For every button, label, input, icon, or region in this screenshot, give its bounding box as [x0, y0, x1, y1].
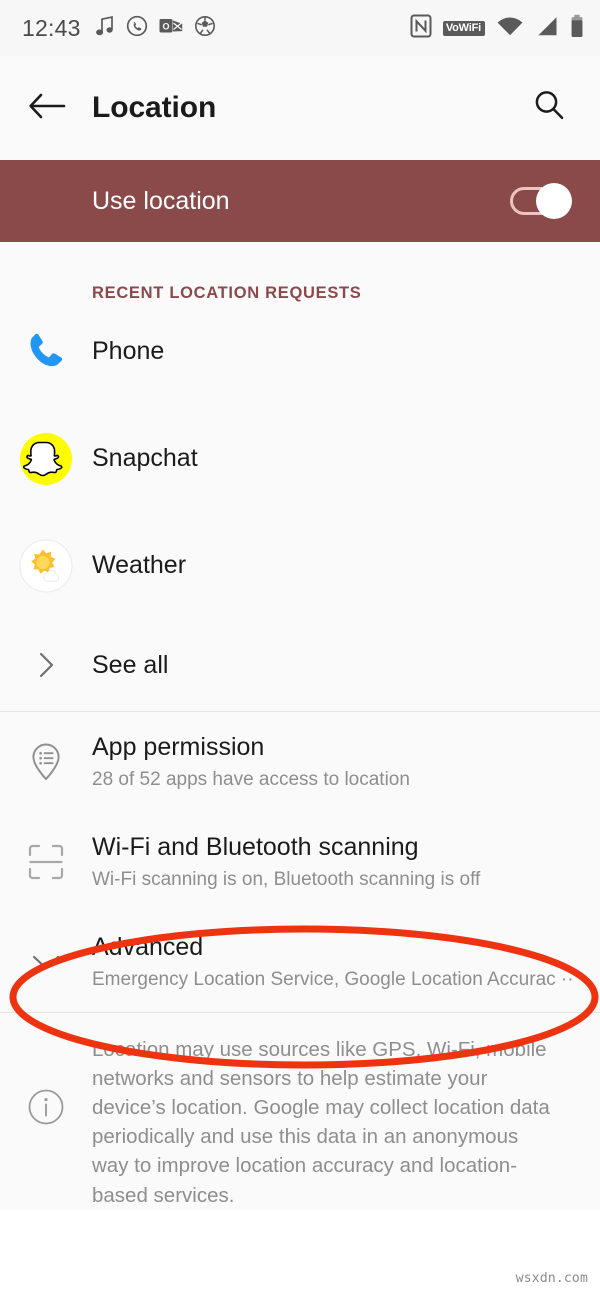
svg-text:O: O: [162, 21, 169, 31]
location-pin-list-icon: [0, 740, 92, 784]
status-bar-notification-icons: O: [95, 15, 216, 42]
toggle-thumb: [536, 183, 572, 219]
watermark: wsxdn.com: [515, 1271, 588, 1286]
list-item-label: Phone: [92, 337, 165, 365]
setting-title: Wi-Fi and Bluetooth scanning: [92, 833, 419, 862]
search-button[interactable]: [526, 85, 572, 131]
use-location-row[interactable]: Use location: [0, 160, 600, 242]
setting-subtitle: Emergency Location Service, Google Locat…: [92, 968, 574, 990]
scanner-frame-icon: [0, 841, 92, 883]
wifi-icon: [496, 15, 524, 42]
battery-icon: [570, 14, 584, 43]
chevron-right-icon: [0, 650, 92, 680]
list-item-label: Snapchat: [92, 444, 198, 472]
setting-row-advanced[interactable]: Advanced Emergency Location Service, Goo…: [0, 912, 600, 1012]
setting-row-app-permission[interactable]: App permission 28 of 52 apps have access…: [0, 712, 600, 812]
setting-title: App permission: [92, 733, 265, 762]
page-title: Location: [92, 91, 217, 124]
nfc-icon: [410, 14, 432, 43]
list-item[interactable]: Weather: [0, 512, 600, 619]
settings-content: RECENT LOCATION REQUESTS Phone Snapchat …: [0, 242, 600, 1210]
list-item-label: Weather: [92, 551, 187, 579]
soccer-ball-icon: [194, 15, 216, 42]
use-location-toggle[interactable]: [510, 183, 572, 219]
outlook-icon: O: [159, 16, 183, 41]
back-button[interactable]: [24, 85, 70, 131]
status-bar: 12:43 O VoWiFi: [0, 0, 600, 56]
setting-text: Advanced Emergency Location Service, Goo…: [92, 932, 588, 991]
use-location-label: Use location: [92, 186, 230, 215]
music-note-icon: [95, 15, 115, 42]
footer-description: Location may use sources like GPS, Wi-Fi…: [92, 1038, 550, 1207]
status-bar-system-icons: VoWiFi: [410, 14, 584, 43]
whatsapp-icon: [126, 15, 148, 42]
list-item[interactable]: Phone: [0, 298, 600, 405]
list-item[interactable]: Snapchat: [0, 405, 600, 512]
back-arrow-icon: [28, 91, 66, 126]
weather-sun-cloud-icon: [0, 539, 92, 593]
setting-text: Wi-Fi and Bluetooth scanning Wi-Fi scann…: [92, 832, 494, 891]
setting-text: App permission 28 of 52 apps have access…: [92, 732, 424, 791]
app-header: Location: [0, 56, 600, 160]
see-all-row[interactable]: See all: [0, 619, 600, 711]
setting-title: Advanced: [92, 933, 204, 962]
setting-subtitle: 28 of 52 apps have access to location: [92, 768, 410, 790]
chevron-down-icon: [0, 950, 92, 974]
snapchat-ghost-icon: [0, 432, 92, 486]
cellular-signal-icon: [535, 15, 559, 42]
recent-location-requests-header: RECENT LOCATION REQUESTS: [92, 284, 362, 302]
info-circle-icon: [0, 1035, 92, 1127]
status-bar-clock: 12:43: [22, 14, 81, 41]
vowifi-badge: VoWiFi: [442, 20, 485, 36]
footer-info: Location may use sources like GPS, Wi-Fi…: [0, 1013, 600, 1210]
search-icon: [532, 89, 566, 128]
phone-handset-icon: [0, 325, 92, 379]
setting-subtitle: Wi-Fi scanning is on, Bluetooth scanning…: [92, 868, 481, 890]
setting-row-wifi-bluetooth-scanning[interactable]: Wi-Fi and Bluetooth scanning Wi-Fi scann…: [0, 812, 600, 912]
see-all-label: See all: [92, 650, 169, 679]
